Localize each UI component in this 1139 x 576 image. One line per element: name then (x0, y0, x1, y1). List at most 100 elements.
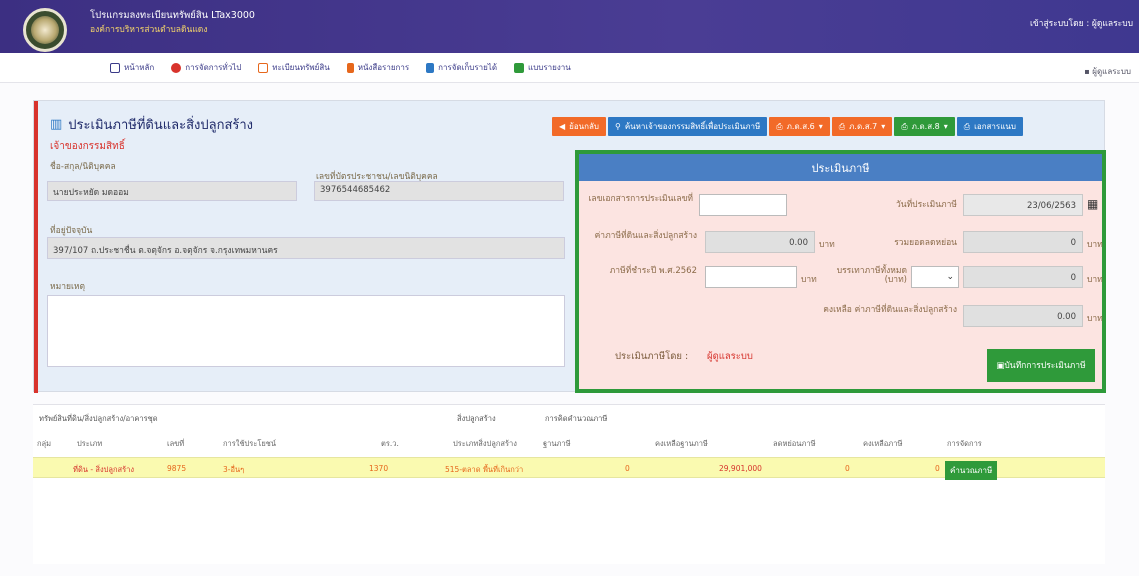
col-remaining-tax: คงเหลือภาษี (863, 439, 903, 448)
chevron-down-icon: ▾ (943, 122, 948, 131)
discount-field: 0 (963, 231, 1083, 253)
menu-label: หนังสือรายการ (357, 63, 410, 72)
assessment-date-label: วันที่ประเมินภาษี (895, 200, 957, 210)
menu-label: หน้าหลัก (124, 63, 155, 72)
note-label: หมายเหตุ (50, 282, 85, 292)
remaining-tax-field: 0.00 (963, 305, 1083, 327)
col-action: การจัดการ (947, 439, 982, 448)
pds7-label: ภ.ด.ส.7 (849, 122, 878, 131)
chevron-down-icon: ▾ (818, 122, 823, 131)
table-icon (514, 62, 525, 73)
address-field[interactable]: 397/107 ถ.ประชาชื่น ต.จตุจักร อ.จตุจักร … (47, 237, 565, 259)
note-textarea[interactable] (47, 295, 565, 367)
search-owner-label: ค้นหาเจ้าของกรรมสิทธิ์เพื่อประเมินภาษี (624, 122, 761, 131)
tax-amount-label: ค่าภาษีที่ดินและสิ่งปลูกสร้าง (594, 231, 697, 241)
relief-field: 0 (963, 266, 1083, 288)
chevron-down-icon: ▾ (881, 122, 886, 131)
gear-icon (171, 62, 182, 73)
pds7-dropdown[interactable]: ⎙ ภ.ด.ส.7 ▾ (831, 117, 893, 136)
main-menu: หน้าหลัก การจัดการทั่วไป ทะเบียนทรัพย์สิ… (0, 53, 1139, 83)
owner-section-title: เจ้าของกรรมสิทธิ์ (50, 141, 125, 152)
pds8-label: ภ.ด.ส.8 (911, 122, 940, 131)
col-number: เลขที่ (167, 439, 185, 448)
attachment-button[interactable]: ⎙ เอกสารแนบ (956, 117, 1023, 136)
assessment-date-input[interactable]: 23/06/2563 (963, 194, 1083, 216)
chart-icon: ▥ (50, 117, 63, 132)
discount-unit: บาท (1087, 240, 1103, 250)
tax-amount-field: 0.00 (705, 231, 815, 253)
chevron-down-icon: ⌄ (946, 272, 954, 282)
owner-name-label: ชื่อ-สกุล/นิติบุคคล (50, 162, 116, 172)
calendar-icon[interactable]: ▦ (1087, 197, 1098, 211)
col-building-type: ประเภทสิ่งปลูกสร้าง (453, 439, 517, 448)
col-area: ตร.ว. (381, 439, 399, 448)
relief-select[interactable]: ⌄ (911, 266, 959, 288)
cell-deduction: 0 (845, 464, 850, 473)
menu-label: แบบรายงาน (528, 63, 571, 72)
back-button[interactable]: ◀ ย้อนกลับ (552, 117, 606, 136)
assessor-label: ประเมินภาษีโดย : (615, 351, 689, 362)
user-name: ผู้ดูแลระบบ (1092, 67, 1131, 76)
page-title-text: ประเมินภาษีที่ดินและสิ่งปลูกสร้าง (68, 118, 254, 133)
card-accent (34, 101, 38, 393)
print-icon: ⎙ (838, 121, 846, 131)
page-title: ▥ ประเมินภาษีที่ดินและสิ่งปลูกสร้าง (50, 114, 253, 135)
menu-item-revenue[interactable]: การจัดเก็บรายได้ (426, 61, 497, 74)
doc-no-label: เลขเอกสารการประเมินเลขที่ (588, 194, 693, 204)
organization-name: องค์การบริหารส่วนตำบลดินแดง (90, 25, 208, 35)
save-icon: ▣ (996, 360, 1005, 371)
attachment-label: เอกสารแนบ (974, 122, 1016, 131)
calculate-tax-button[interactable]: คำนวณภาษี (945, 461, 998, 480)
search-owner-button[interactable]: ⚲ ค้นหาเจ้าของกรรมสิทธิ์เพื่อประเมินภาษี (607, 117, 768, 136)
print-icon: ⎙ (901, 121, 908, 131)
print-icon: ⎙ (776, 121, 783, 131)
back-label: ย้อนกลับ (569, 122, 599, 131)
cell-remaining-tax: 0 (935, 464, 940, 473)
relief-label: บรรเทาภาษีทั้งหมด (บาท) (836, 266, 907, 285)
assessor-value: ผู้ดูแลระบบ (707, 351, 753, 362)
property-table: ทรัพย์สินที่ดิน/สิ่งปลูกสร้าง/อาคารชุด ส… (33, 404, 1105, 564)
tax-assessment-panel: ประเมินภาษี เลขเอกสารการประเมินเลขที่ วั… (575, 150, 1106, 393)
cell-tax-base: 0 (625, 464, 630, 473)
relief-unit: บาท (1087, 275, 1103, 285)
menu-item-reports[interactable]: แบบรายงาน (514, 61, 571, 74)
menu-label: การจัดเก็บรายได้ (438, 63, 498, 72)
col-remaining-base: คงเหลือฐานภาษี (655, 439, 708, 448)
menu-item-property[interactable]: ทะเบียนทรัพย์สิน (258, 61, 330, 74)
paid-tax-label: ภาษีที่ชำระปี พ.ศ.2562 (609, 266, 697, 276)
cell-building-type: 515-ตลาด พื้นที่เกินกว่า (445, 465, 524, 474)
paid-tax-input[interactable] (705, 266, 797, 288)
menu-label: ทะเบียนทรัพย์สิน (272, 63, 330, 72)
owner-id-field[interactable]: 3976544685462 (314, 181, 564, 201)
menu-item-general[interactable]: การจัดการทั่วไป (171, 61, 241, 74)
cell-type: ที่ดิน - สิ่งปลูกสร้าง (73, 465, 135, 474)
cell-usage: 3-อื่นๆ (223, 465, 245, 474)
owner-name-field[interactable]: นายประหยัด มดออม (47, 181, 297, 201)
app-title: โปรแกรมลงทะเบียนทรัพย์สิน LTax3000 (90, 10, 255, 21)
col-type: ประเภท (77, 439, 103, 448)
menu-label: การจัดการทั่วไป (185, 63, 242, 72)
document-icon (346, 62, 354, 73)
login-status: เข้าสู่ระบบโดย : ผู้ดูแลระบบ (1029, 19, 1133, 29)
tax-panel-title: ประเมินภาษี (579, 154, 1102, 181)
user-menu[interactable]: ▪ ผู้ดูแลระบบ (1084, 65, 1131, 78)
cell-area: 1370 (369, 464, 389, 473)
col-tax-base: ฐานภาษี (543, 439, 571, 448)
col-deduction: ลดหย่อนภาษี (773, 439, 816, 448)
remaining-tax-label: คงเหลือ ค่าภาษีที่ดินและสิ่งปลูกสร้าง (823, 305, 957, 315)
pds6-dropdown[interactable]: ⎙ ภ.ด.ส.6 ▾ (769, 117, 830, 136)
menu-item-documents[interactable]: หนังสือรายการ (346, 61, 410, 74)
pds8-dropdown[interactable]: ⎙ ภ.ด.ส.8 ▾ (894, 117, 955, 136)
save-assessment-button[interactable]: ▣ บันทึกการประเมินภาษี (987, 349, 1095, 382)
calculator-icon (426, 62, 435, 73)
table-row[interactable]: ที่ดิน - สิ่งปลูกสร้าง 9875 3-อื่นๆ 1370… (33, 457, 1105, 480)
doc-no-input[interactable] (699, 194, 787, 216)
cell-number: 9875 (167, 464, 187, 473)
cell-remaining-base: 29,901,000 (719, 464, 762, 473)
col-usage: การใช้ประโยชน์ (223, 439, 276, 448)
menu-item-home[interactable]: หน้าหลัก (110, 61, 154, 74)
assessment-card: ▥ ประเมินภาษีที่ดินและสิ่งปลูกสร้าง ◀ ย้อน… (33, 100, 1106, 393)
save-label: บันทึกการประเมินภาษี (1004, 360, 1086, 371)
search-icon: ⚲ (614, 122, 621, 131)
asset-group-header: ทรัพย์สินที่ดิน/สิ่งปลูกสร้าง/อาคารชุด (39, 414, 158, 423)
